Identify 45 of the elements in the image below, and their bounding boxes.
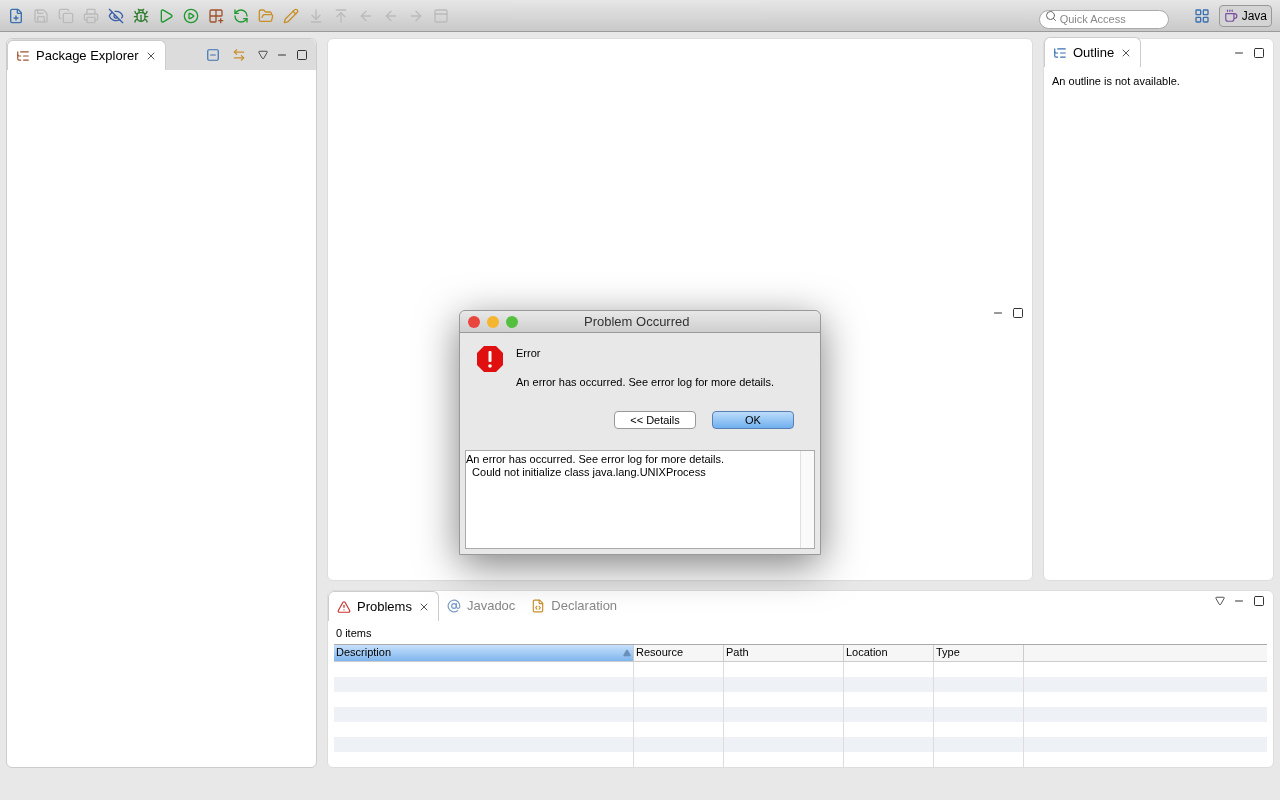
maximize-icon[interactable] bbox=[1253, 47, 1265, 59]
view-menu-icon[interactable] bbox=[258, 49, 268, 60]
details-line: An error has occurred. See error log for more details. bbox=[466, 453, 725, 466]
new-package-icon[interactable] bbox=[208, 7, 224, 24]
column-header[interactable]: Type bbox=[934, 644, 1024, 661]
dialog-button[interactable]: OK bbox=[712, 411, 794, 429]
new-file-icon[interactable] bbox=[8, 7, 24, 24]
column-header[interactable]: Location bbox=[844, 644, 934, 661]
open-perspective-icon[interactable] bbox=[1193, 7, 1210, 24]
perspective-button[interactable]: Java bbox=[1218, 4, 1272, 27]
view-tab[interactable]: Package Explorer bbox=[7, 40, 166, 70]
debug-icon[interactable] bbox=[133, 7, 149, 24]
close-button[interactable] bbox=[468, 315, 480, 328]
maximize-icon[interactable] bbox=[1012, 306, 1024, 319]
column-header[interactable]: Description bbox=[334, 644, 634, 661]
column-header[interactable]: Resource bbox=[634, 644, 724, 661]
item-count: 0 items bbox=[335, 626, 373, 641]
view-tab[interactable]: Outline bbox=[1044, 37, 1142, 67]
zoom-button[interactable] bbox=[506, 315, 518, 328]
maximize-icon[interactable] bbox=[296, 48, 308, 61]
view-tab[interactable]: Problems bbox=[328, 591, 439, 621]
sort-icon bbox=[623, 648, 631, 657]
column-header[interactable]: Path bbox=[724, 644, 844, 661]
save-all-icon[interactable] bbox=[58, 7, 74, 24]
outline-icon bbox=[1053, 45, 1067, 60]
view-menu-icon[interactable] bbox=[1215, 596, 1225, 606]
details-line: Could not initialize class java.lang.UNIXProcess bbox=[471, 466, 707, 479]
maximize-icon[interactable] bbox=[1253, 595, 1265, 607]
error-message: An error has occurred. See error log for more details. bbox=[516, 374, 774, 390]
view-tab[interactable]: Declaration bbox=[523, 591, 626, 621]
search-icon bbox=[1044, 10, 1057, 22]
at-sign-icon bbox=[446, 599, 461, 613]
run-icon[interactable] bbox=[158, 7, 174, 24]
view-tab[interactable]: Javadoc bbox=[438, 591, 524, 621]
collapse-all-icon[interactable] bbox=[206, 47, 220, 62]
print-icon[interactable] bbox=[83, 7, 99, 24]
error-heading: Error bbox=[516, 346, 542, 361]
quick-access-field[interactable]: Quick Access bbox=[1038, 9, 1169, 29]
error-icon bbox=[476, 345, 504, 373]
dialog-button[interactable]: << Details bbox=[614, 411, 696, 429]
outline-message: An outline is not available. bbox=[1051, 74, 1181, 89]
declaration-icon bbox=[531, 599, 546, 613]
save-icon[interactable] bbox=[33, 7, 49, 24]
problems-icon bbox=[337, 599, 351, 614]
dialog-title: Problem Occurred bbox=[584, 312, 690, 331]
